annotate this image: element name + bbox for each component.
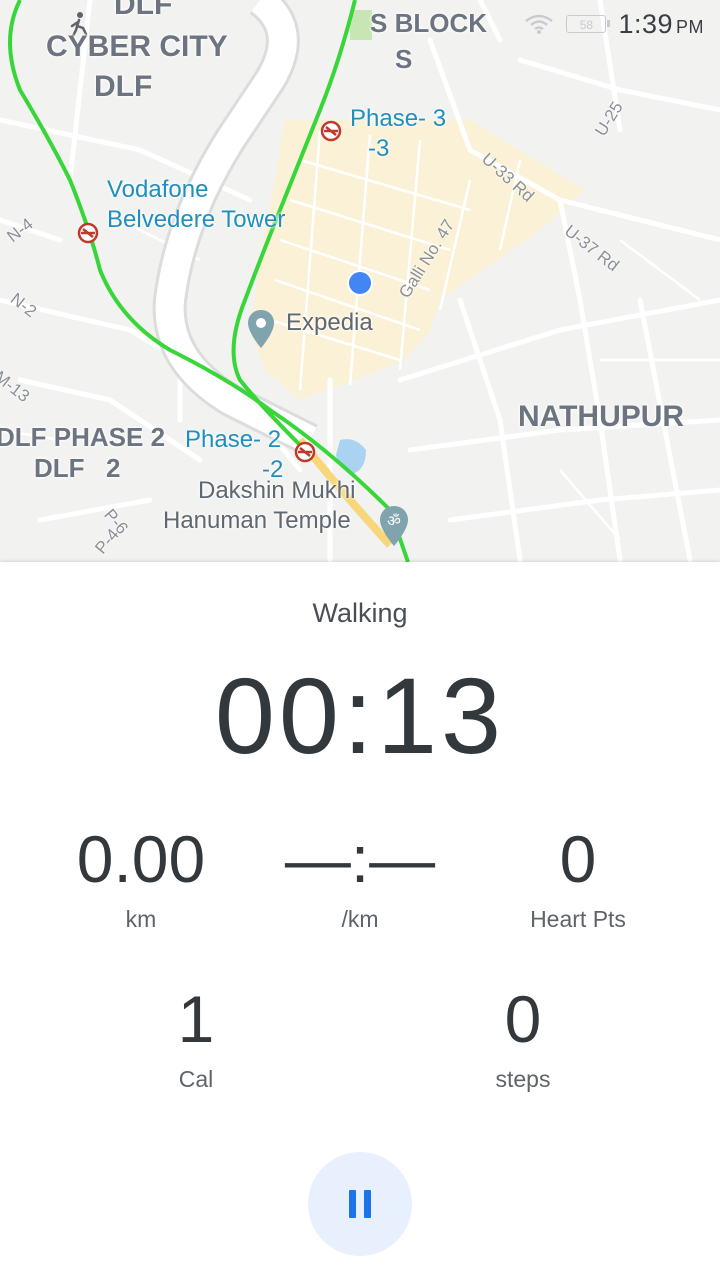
battery-level: 58 (579, 18, 594, 32)
distance-stat: 0.00 km (21, 826, 261, 933)
pause-icon (349, 1190, 371, 1218)
svg-text:ॐ: ॐ (387, 512, 401, 530)
status-time-ampm: PM (676, 16, 704, 37)
poi-hanuman-label: Hanuman Temple (163, 507, 351, 534)
temple-marker-icon[interactable]: ॐ (378, 504, 410, 548)
calories-unit: Cal (178, 1066, 214, 1092)
distance-value: 0.00 (76, 822, 206, 896)
battery-icon: 58 (566, 15, 611, 33)
station-vodafone-label: Vodafone (107, 176, 209, 203)
map-area-cyber-city: CYBER CITY (46, 30, 228, 63)
map-area-dlf-phase-2: DLF PHASE 2 (0, 422, 166, 452)
place-marker-icon[interactable] (246, 308, 276, 350)
steps-stat: 0 steps (403, 986, 643, 1093)
status-bar: 58 1:39 PM (500, 0, 720, 48)
station-phase-3-sub: -3 (368, 135, 390, 162)
wifi-icon (525, 14, 554, 34)
heart-points-value: 0 (559, 822, 597, 896)
pace-stat: —:— /km (240, 826, 480, 933)
heart-points-unit: Heart Pts (530, 906, 626, 932)
workout-panel: Walking 00:13 0.00 km —:— /km 0 Heart Pt… (0, 562, 720, 1280)
workout-timer: 00:13 (214, 655, 506, 776)
workout-screen: DLF CYBER CITY DLF S BLOCK S NATHUPUR DL… (0, 0, 720, 1280)
station-phase-2-label: Phase- 2 (185, 426, 282, 453)
metro-station-icon[interactable] (77, 222, 99, 244)
station-phase-3-label: Phase- 3 (350, 105, 447, 132)
map-area-dlf-top: DLF (114, 0, 173, 21)
steps-value: 0 (504, 982, 542, 1056)
poi-dakshin-label: Dakshin Mukhi (198, 477, 356, 504)
pace-unit: /km (341, 906, 379, 932)
calories-value: 1 (177, 982, 215, 1056)
map-area-dlf2-b: 2 (106, 453, 121, 483)
current-location-dot (347, 270, 373, 296)
map-area-s: S (395, 44, 413, 74)
status-time-value: 1:39 (618, 8, 673, 39)
metro-station-icon[interactable] (320, 120, 342, 142)
distance-unit: km (125, 906, 157, 932)
heart-points-stat: 0 Heart Pts (458, 826, 698, 933)
steps-unit: steps (495, 1066, 551, 1092)
map-area-dlf-bottom: DLF (94, 70, 153, 103)
map-area-s-block: S BLOCK (370, 8, 487, 38)
calories-stat: 1 Cal (76, 986, 316, 1093)
status-time: 1:39 PM (618, 9, 704, 40)
metro-station-icon[interactable] (294, 441, 316, 463)
map-view[interactable]: DLF CYBER CITY DLF S BLOCK S NATHUPUR DL… (0, 0, 720, 562)
pause-button[interactable] (308, 1152, 412, 1256)
poi-expedia-label: Expedia (286, 309, 373, 336)
pace-value: —:— (284, 822, 436, 896)
map-area-dlf2-a: DLF (34, 453, 85, 483)
map-area-nathupur: NATHUPUR (518, 400, 685, 433)
station-belvedere-label: Belvedere Tower (107, 206, 286, 233)
activity-type-label[interactable]: Walking (0, 598, 720, 629)
